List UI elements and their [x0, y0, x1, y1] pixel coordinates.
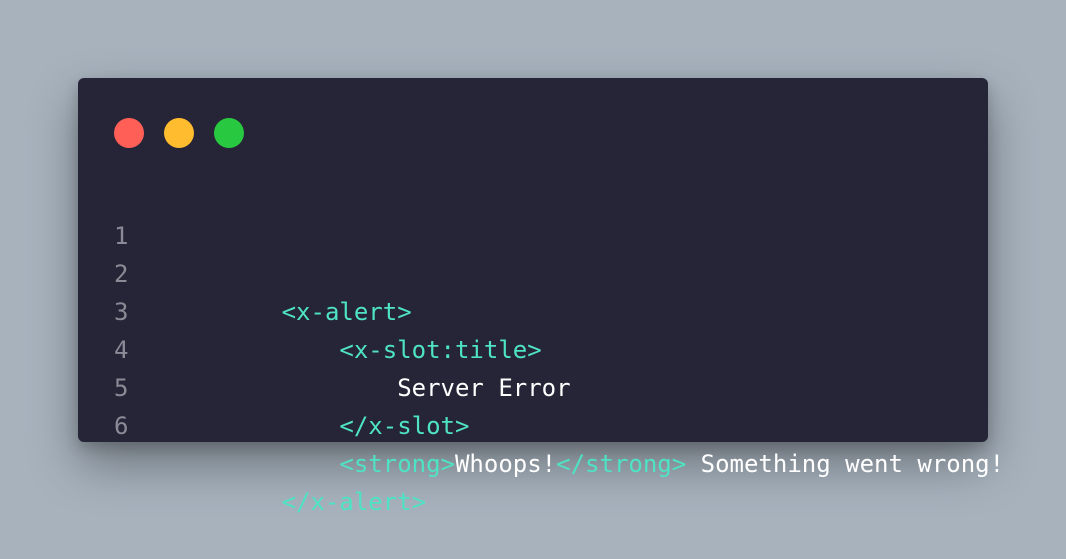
code-token: Something went wrong!	[686, 450, 1005, 478]
code-line: 4 </x-slot>	[78, 293, 469, 440]
code-line: 1 <x-alert>	[78, 179, 412, 326]
minimize-dot-icon[interactable]	[164, 118, 194, 148]
maximize-dot-icon[interactable]	[214, 118, 244, 148]
code-window: 1 <x-alert> 2 <x-slot:title> 3 Server Er…	[78, 78, 1004, 516]
code-token: </x-alert>	[281, 488, 427, 516]
code-token: </strong>	[556, 450, 687, 478]
code-token: Whoops!	[454, 450, 557, 478]
line-content: </x-alert>	[166, 445, 427, 559]
window-controls	[114, 118, 244, 148]
code-line: 3 Server Error	[78, 255, 571, 402]
code-line: 2 <x-slot:title>	[78, 217, 542, 364]
code-line: 5 <strong>Whoops!</strong> Something wen…	[78, 331, 1004, 478]
line-number: 6	[114, 412, 129, 440]
close-dot-icon[interactable]	[114, 118, 144, 148]
code-line: 6 </x-alert>	[78, 369, 426, 516]
